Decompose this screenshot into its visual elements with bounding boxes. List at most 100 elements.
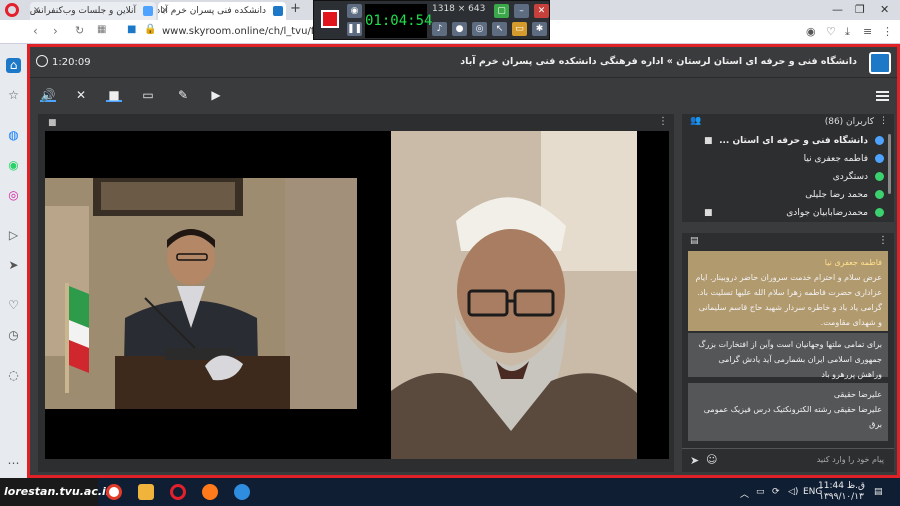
users-more-icon[interactable]: ⋮ <box>879 116 888 126</box>
microphone-off-icon[interactable]: ✕ <box>73 88 89 102</box>
internet-explorer-icon[interactable] <box>234 484 250 500</box>
instagram-icon[interactable]: ◎ <box>6 188 21 203</box>
user-row[interactable]: دانشگاه فنی و حرفه ای استان ... ■ <box>686 132 886 150</box>
firefox-icon[interactable] <box>202 484 218 500</box>
chat-input[interactable]: ➤ ☺ پیام خود را وارد کنید <box>682 448 894 472</box>
chat-input-placeholder: پیام خود را وارد کنید <box>816 455 884 464</box>
home-icon[interactable]: ⌂ <box>6 58 21 73</box>
more-icon[interactable]: ⋯ <box>6 456 21 471</box>
taskbar-clock[interactable]: 11:44 ق.ظ ۱۳۹۹/۱۰/۱۳ <box>818 481 865 503</box>
user-row[interactable]: فاطمه جعفری نیا <box>686 150 886 168</box>
tab-favicon-icon <box>143 6 153 16</box>
new-tab-button[interactable]: + <box>290 1 301 16</box>
user-person-icon <box>875 172 884 181</box>
media-player-icon[interactable]: ▶ <box>208 88 224 102</box>
sync-icon[interactable]: ⟳ <box>772 487 780 497</box>
download-icon[interactable]: ⤓ <box>845 25 850 39</box>
video-camera-icon[interactable]: ■ <box>106 88 122 102</box>
opera-taskbar-icon[interactable] <box>170 484 186 500</box>
session-timer: 1:20:09 <box>36 55 91 68</box>
reload-icon[interactable]: ↻ <box>75 24 84 37</box>
users-count-label: کاربران (86) <box>824 117 874 127</box>
send-icon[interactable]: ➤ <box>690 454 699 467</box>
webcam-icon[interactable]: ◎ <box>472 22 487 36</box>
brand-watermark: lorestan.tvu.ac.ir <box>0 478 111 506</box>
browser-tab-2[interactable]: ✕ دانشکده فنی پسران خرم آباد <box>158 2 286 20</box>
chat-icon: ▤ <box>690 236 699 246</box>
close-tab-icon[interactable]: ✕ <box>161 2 169 20</box>
camera-icon[interactable]: ◉ <box>347 4 362 18</box>
chat-message: برای تمامی ملتها وجهانیان است وآین از اف… <box>688 333 888 379</box>
send-icon[interactable]: ➤ <box>6 258 21 273</box>
close-icon[interactable]: ✕ <box>534 4 549 18</box>
tabs-grid-icon[interactable]: ▦ <box>97 24 106 35</box>
user-name: فاطمه جعفری نیا <box>803 154 868 164</box>
session-time-value: 1:20:09 <box>52 57 91 68</box>
close-tab-icon[interactable]: ✕ <box>33 2 41 20</box>
video-panel: ■ ⋮ <box>38 114 674 472</box>
maximize-button[interactable]: ❐ <box>855 3 865 16</box>
messenger-icon[interactable]: ◍ <box>6 128 21 143</box>
clock-date: ۱۳۹۹/۱۰/۱۳ <box>819 492 864 502</box>
speaker-icon[interactable]: ♪ <box>432 22 447 36</box>
battery-icon[interactable]: ▭ <box>756 487 765 497</box>
history-icon[interactable]: ◷ <box>6 328 21 343</box>
close-window-button[interactable]: ✕ <box>880 3 889 16</box>
folder-icon[interactable]: ▭ <box>512 22 527 36</box>
user-row[interactable]: محمد رضا جلیلی <box>686 186 886 204</box>
chat-more-icon[interactable]: ⋮ <box>878 235 888 246</box>
notification-icon[interactable]: ▤ <box>874 487 883 497</box>
menu-icon[interactable]: ⋮ <box>882 25 893 38</box>
user-row[interactable]: دستگردی <box>686 168 886 186</box>
screen-share-icon[interactable]: ▭ <box>140 88 156 102</box>
snapshot-icon[interactable]: ◉ <box>806 25 816 38</box>
user-video-icon: ■ <box>704 208 713 218</box>
record-app-icon[interactable] <box>106 484 122 500</box>
opera-logo-icon[interactable] <box>5 3 19 17</box>
bookmark-icon[interactable]: ☆ <box>6 88 21 103</box>
whatsapp-icon[interactable]: ◉ <box>6 158 21 173</box>
chat-message-text: عرض سلام و احترام خدمت سروران حاضر دروبی… <box>695 273 882 327</box>
browser-tab-1[interactable]: ✕ آنلاین و جلسات وب‌کنفرانس <box>30 2 156 20</box>
pause-icon[interactable]: ❚❚ <box>347 22 362 36</box>
player-icon[interactable]: ▷ <box>6 228 21 243</box>
clock-icon <box>36 55 48 67</box>
screen: ✕ آنلاین و جلسات وب‌کنفرانس ✕ دانشکده فن… <box>0 0 900 506</box>
video-panel-camera-icon: ■ <box>48 118 57 128</box>
gear-icon[interactable]: ✱ <box>532 22 547 36</box>
settings-icon[interactable]: ≡ <box>863 25 872 38</box>
skyroom-page: 1:20:09 دانشگاه فنی و حرفه ای استان لرست… <box>27 44 900 478</box>
chat-message-author: علیرضا حقیقی <box>833 390 882 399</box>
video-frame-speaker-image <box>391 131 637 459</box>
video-panel-more-icon[interactable]: ⋮ <box>658 116 668 127</box>
speaker-icon[interactable]: 🔊 <box>40 88 56 102</box>
camera-icon[interactable]: ■ <box>127 24 136 35</box>
file-explorer-icon[interactable] <box>138 484 154 500</box>
forward-icon[interactable]: › <box>53 24 58 38</box>
tab-label: دانشکده فنی پسران خرم آباد <box>158 6 266 16</box>
emoji-icon[interactable]: ☺ <box>706 453 717 466</box>
users-panel: 👥 کاربران (86) ⋮ دانشگاه فنی و حرفه ای ا… <box>682 114 894 222</box>
minimize-button[interactable]: — <box>832 3 843 16</box>
user-video-icon: ■ <box>704 136 713 146</box>
brush-icon[interactable]: ✎ <box>175 88 191 102</box>
user-person-icon <box>875 190 884 199</box>
hamburger-menu-icon[interactable] <box>876 91 889 101</box>
record-stop-button[interactable] <box>321 10 339 28</box>
users-scrollbar[interactable] <box>888 134 891 194</box>
lightbulb-icon[interactable]: ◌ <box>6 368 21 383</box>
tray-arrow-icon[interactable]: ︿ <box>740 487 749 500</box>
microphone-icon[interactable]: ● <box>452 22 467 36</box>
minimize-icon[interactable]: – <box>514 4 529 18</box>
user-person-icon <box>875 136 884 145</box>
back-icon[interactable]: ‹ <box>33 24 38 38</box>
region-icon[interactable]: ▢ <box>494 4 509 18</box>
video-area <box>45 131 669 459</box>
heart-icon[interactable]: ♡ <box>826 25 836 38</box>
volume-icon[interactable]: ◁) <box>788 487 798 497</box>
chat-message-text: برای تمامی ملتها وجهانیان است وآین از اف… <box>698 340 882 379</box>
skyroom-header: 1:20:09 دانشگاه فنی و حرفه ای استان لرست… <box>30 47 897 78</box>
user-row[interactable]: محمدرضابابیان جوادی ■ <box>686 204 886 220</box>
heart-icon[interactable]: ♡ <box>6 298 21 313</box>
cursor-icon[interactable]: ↖ <box>492 22 507 36</box>
